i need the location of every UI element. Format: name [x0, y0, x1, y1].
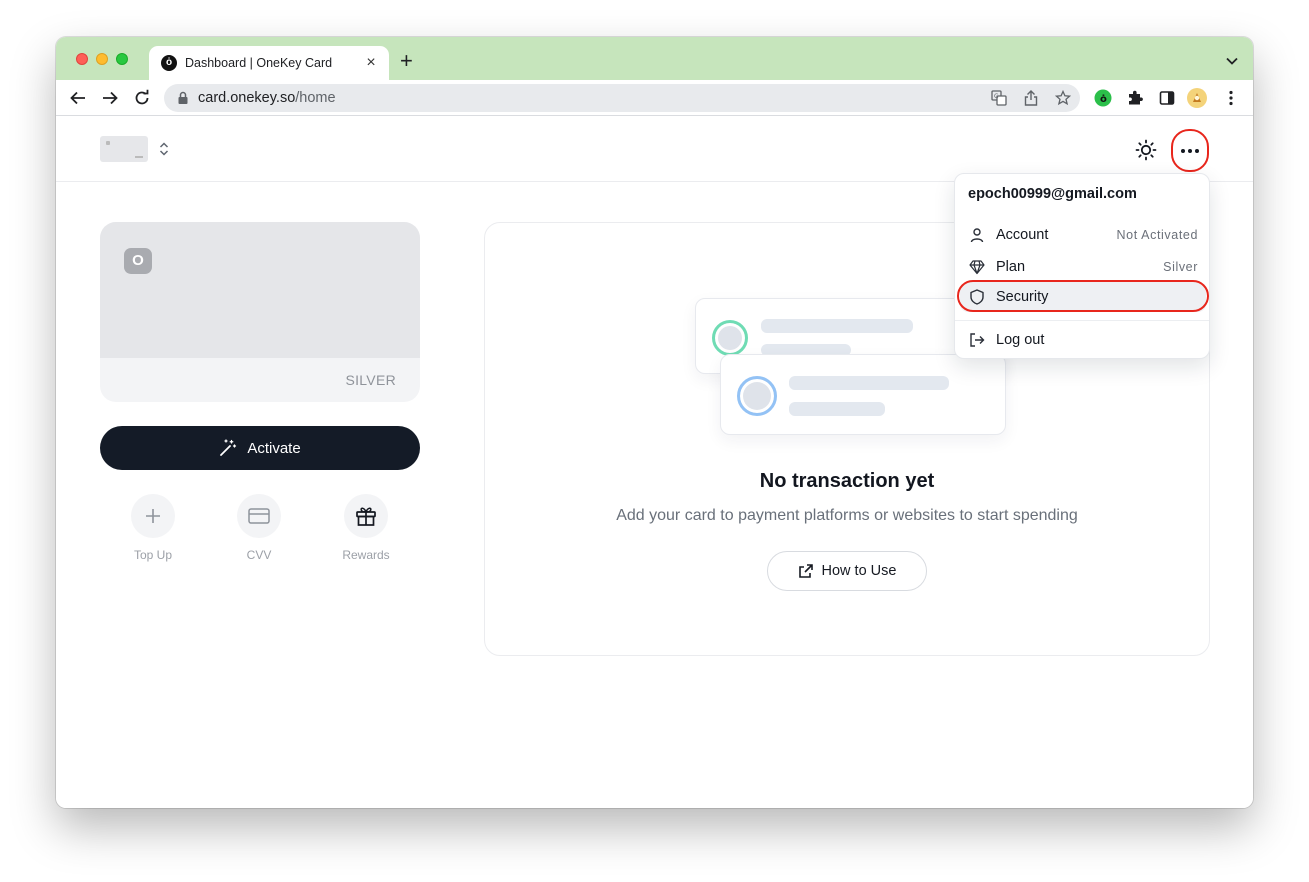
- lock-icon: [176, 91, 190, 105]
- cvv-label: CVV: [246, 548, 272, 562]
- page-content: O SILVER Activate Top Up CVV Rewards No …: [56, 117, 1253, 808]
- card-tier-label: SILVER: [345, 372, 396, 388]
- activate-label: Activate: [247, 439, 301, 457]
- magic-wand-icon: [220, 439, 237, 456]
- more-options-button[interactable]: [1171, 129, 1209, 172]
- account-status: Not Activated: [1116, 228, 1198, 242]
- illustration-card-front: [720, 354, 1006, 435]
- omnibox-actions: G: [990, 89, 1072, 107]
- card-switch-button[interactable]: [156, 140, 172, 158]
- tab-strip: ȯ Dashboard | OneKey Card × +: [56, 37, 1253, 80]
- svg-text:G: G: [994, 93, 999, 100]
- account-dropdown-menu: epoch00999@gmail.com Account Not Activat…: [954, 173, 1210, 359]
- how-to-use-button[interactable]: How to Use: [767, 551, 927, 591]
- rewards-label: Rewards: [342, 548, 390, 562]
- address-bar[interactable]: card.onekey.so/home G: [164, 84, 1080, 112]
- menu-item-label: Log out: [996, 332, 1045, 348]
- close-window-button[interactable]: [76, 53, 88, 65]
- menu-divider: [955, 320, 1209, 321]
- shield-icon: [968, 288, 986, 306]
- browser-toolbar: card.onekey.so/home G ȯ: [56, 80, 1253, 116]
- svg-text:ȯ: ȯ: [1100, 94, 1107, 105]
- illustration-bar: [789, 376, 949, 390]
- top-up-button[interactable]: Top Up: [113, 494, 193, 562]
- illustration-bar: [789, 402, 885, 416]
- profile-avatar[interactable]: [1187, 88, 1207, 108]
- window-controls: [76, 53, 128, 65]
- side-panel-icon[interactable]: [1157, 88, 1177, 108]
- rewards-circle: [344, 494, 388, 538]
- onekey-card-logo-icon: O: [124, 248, 152, 274]
- minimize-window-button[interactable]: [96, 53, 108, 65]
- illustration-ring-green: [712, 320, 748, 356]
- url-path: /home: [295, 90, 336, 106]
- tab-search-button[interactable]: [1225, 53, 1239, 71]
- how-to-use-label: How to Use: [821, 563, 897, 579]
- url-host: card.onekey.so: [198, 90, 296, 106]
- translate-icon[interactable]: G: [990, 89, 1008, 107]
- chevron-down-icon: [1226, 57, 1238, 65]
- tab-dashboard[interactable]: ȯ Dashboard | OneKey Card ×: [149, 46, 389, 80]
- plan-value: Silver: [1163, 260, 1198, 274]
- arrow-right-icon: [103, 91, 118, 105]
- onekey-extension-icon[interactable]: ȯ: [1093, 88, 1113, 108]
- tab-close-button[interactable]: ×: [363, 54, 379, 72]
- illustration-ring-blue: [737, 376, 777, 416]
- user-icon: [968, 226, 986, 244]
- share-icon[interactable]: [1022, 89, 1040, 107]
- cvv-circle: [237, 494, 281, 538]
- reload-icon: [135, 89, 149, 105]
- menu-item-logout[interactable]: Log out: [960, 325, 1206, 355]
- tab-title: Dashboard | OneKey Card: [185, 56, 333, 70]
- new-tab-button[interactable]: +: [400, 49, 413, 73]
- reload-button[interactable]: [132, 88, 152, 108]
- back-button[interactable]: [68, 88, 88, 108]
- more-vertical-icon: [1229, 90, 1233, 106]
- extensions-puzzle-icon[interactable]: [1125, 88, 1145, 108]
- arrow-left-icon: [70, 91, 85, 105]
- top-up-circle: [131, 494, 175, 538]
- card-face: [100, 222, 420, 358]
- diamond-icon: [968, 258, 986, 276]
- forward-button[interactable]: [100, 88, 120, 108]
- more-horizontal-icon: [1181, 148, 1199, 153]
- card-preview[interactable]: O SILVER: [100, 222, 420, 402]
- browser-window: ȯ Dashboard | OneKey Card × + card.oneke…: [56, 37, 1253, 808]
- empty-state-subtitle: Add your card to payment platforms or we…: [616, 507, 1078, 524]
- menu-item-label: Plan: [996, 259, 1026, 275]
- star-icon[interactable]: [1054, 89, 1072, 107]
- menu-item-account[interactable]: Account Not Activated: [960, 220, 1206, 250]
- cvv-button[interactable]: CVV: [219, 494, 299, 562]
- plus-icon: [146, 509, 160, 523]
- external-link-icon: [798, 564, 813, 578]
- credit-card-icon: [248, 508, 270, 524]
- browser-menu-button[interactable]: [1221, 88, 1241, 108]
- chevron-updown-icon: [159, 142, 169, 156]
- user-email: epoch00999@gmail.com: [968, 186, 1137, 202]
- rewards-button[interactable]: Rewards: [326, 494, 406, 562]
- url-text: card.onekey.so/home: [198, 90, 336, 106]
- maximize-window-button[interactable]: [116, 53, 128, 65]
- empty-state-title: No transaction yet: [759, 470, 935, 492]
- illustration-bar: [761, 319, 913, 333]
- onekey-logo-icon: ȯ: [161, 55, 177, 71]
- sun-icon: [1135, 139, 1157, 161]
- logout-icon: [968, 331, 986, 349]
- gift-icon: [356, 507, 376, 526]
- theme-toggle-button[interactable]: [1134, 138, 1158, 162]
- menu-item-label: Account: [996, 227, 1049, 243]
- card-selector-thumbnail[interactable]: [100, 136, 148, 162]
- top-up-label: Top Up: [133, 548, 173, 562]
- menu-item-plan[interactable]: Plan Silver: [960, 252, 1206, 282]
- activate-button[interactable]: Activate: [100, 426, 420, 470]
- menu-item-label: Security: [996, 289, 1049, 305]
- menu-item-security[interactable]: Security: [960, 282, 1206, 312]
